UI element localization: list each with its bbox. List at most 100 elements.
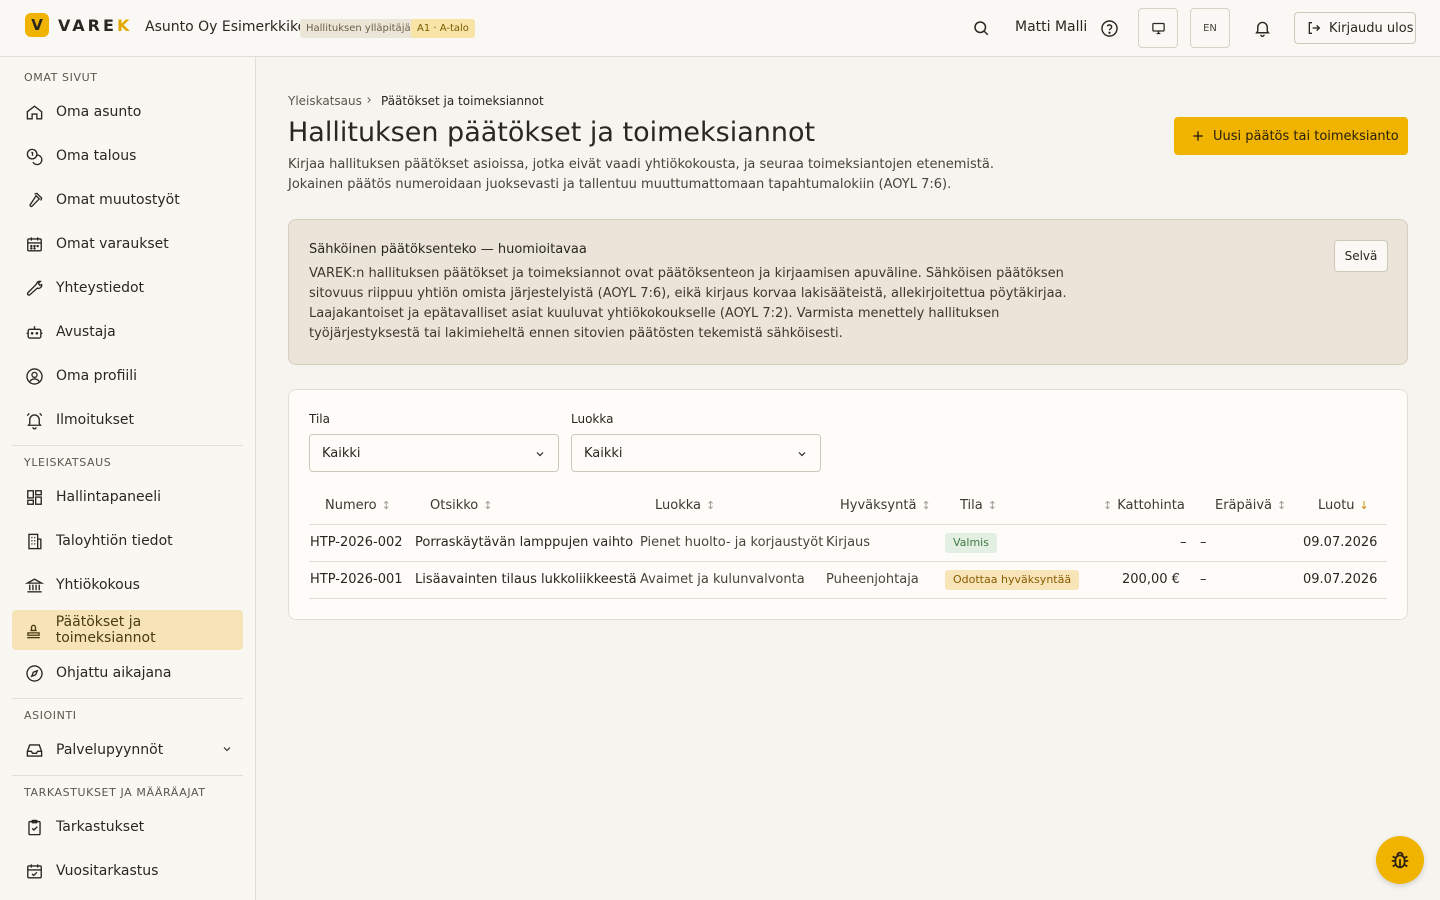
cell-category: Pienet huolto- ja korjaustyöt xyxy=(640,535,824,550)
page-description: Kirjaa hallituksen päätökset asioissa, j… xyxy=(288,157,994,192)
sidebar-item-label: Omat varaukset xyxy=(56,236,169,252)
sidebar-item-paatokset-ja-toimeksiannot[interactable]: Päätökset ja toimeksiannot xyxy=(12,610,243,650)
cell-approval: Puheenjohtaja xyxy=(826,572,919,587)
notice-title: Sähköinen päätöksenteko — huomioitavaa xyxy=(309,242,587,257)
breadcrumb-chevron-icon xyxy=(364,94,374,108)
display-mode-button[interactable] xyxy=(1138,8,1178,48)
sidebar-item-hallintapaneeli[interactable]: Hallintapaneeli xyxy=(12,477,243,517)
sidebar-item-label: Oma asunto xyxy=(56,104,142,120)
calendar-check-icon xyxy=(24,861,44,881)
sidebar-item-label: Hallintapaneeli xyxy=(56,489,162,505)
coins-icon xyxy=(24,146,44,166)
stamp-icon xyxy=(24,620,44,640)
sidebar-item-avustaja[interactable]: Avustaja xyxy=(12,312,243,352)
building-icon xyxy=(24,531,44,551)
notice-text: VAREK:n hallituksen päätökset ja toimeks… xyxy=(309,266,1067,341)
wrench-icon xyxy=(24,278,44,298)
electronic-decision-notice: Sähköinen päätöksenteko — huomioitavaa V… xyxy=(288,219,1408,365)
logout-button[interactable]: Kirjaudu ulos xyxy=(1294,12,1416,44)
clipboard-check-icon xyxy=(24,817,44,837)
sidebar-item-label: Yhtiökokous xyxy=(56,577,140,593)
column-header-otsikko[interactable]: Otsikko ↕ xyxy=(430,498,492,513)
sort-icon: ↕ xyxy=(381,499,391,512)
status-badge: Odottaa hyväksyntää xyxy=(945,570,1080,590)
sidebar-item-label: Avustaja xyxy=(56,324,116,340)
breadcrumb-home-link[interactable]: Yleiskatsaus xyxy=(288,94,362,108)
column-header-kattohinta[interactable]: ↕ Kattohinta xyxy=(1103,498,1185,513)
sidebar-item-ohjattu-aikajana[interactable]: Ohjattu aikajana xyxy=(12,653,243,693)
sidebar-item-label: Vuositarkastus xyxy=(56,863,159,879)
cell-category: Avaimet ja kulunvalvonta xyxy=(640,572,805,587)
bug-report-button[interactable] xyxy=(1376,836,1424,884)
category-filter-value: Kaikki xyxy=(584,445,623,461)
top-bar: V VAREK Asunto Oy Esimerkkikoti Hallituk… xyxy=(0,0,1440,57)
sidebar-item-oma-profiili[interactable]: Oma profiili xyxy=(12,356,243,396)
sidebar-item-label: Oma profiili xyxy=(56,368,138,384)
sidebar-item-vuositarkastus[interactable]: Vuositarkastus xyxy=(12,851,243,891)
status-filter-label: Tila xyxy=(309,412,330,426)
sidebar-item-oma-talous[interactable]: Oma talous xyxy=(12,136,243,176)
inbox-icon xyxy=(24,740,44,760)
notice-dismiss-button[interactable]: Selvä xyxy=(1334,240,1388,272)
sidebar-item-omat-muutostyot[interactable]: Omat muutostyöt xyxy=(12,180,243,220)
home-icon xyxy=(24,102,44,122)
cell-price: 200,00 € xyxy=(1122,572,1180,587)
compass-icon xyxy=(24,663,44,683)
bug-icon xyxy=(1391,851,1409,869)
help-icon[interactable] xyxy=(1099,18,1119,38)
bell-ring-icon xyxy=(24,410,44,430)
monitor-icon xyxy=(1151,22,1165,34)
organization-name: Asunto Oy Esimerkkikoti xyxy=(145,19,316,35)
sidebar-item-taloyhtion-tiedot[interactable]: Taloyhtiön tiedot xyxy=(12,521,243,561)
new-decision-label: Uusi päätös tai toimeksianto xyxy=(1213,128,1399,144)
column-header-luokka[interactable]: Luokka ↕ xyxy=(655,498,715,513)
column-header-luotu[interactable]: Luotu ↓ xyxy=(1318,498,1369,513)
row-divider xyxy=(309,561,1387,562)
status-badge: Valmis xyxy=(945,533,997,553)
sidebar-item-ilmoitukset[interactable]: Ilmoitukset xyxy=(12,400,243,440)
cell-due: – xyxy=(1200,572,1207,587)
sidebar-item-tarkastukset[interactable]: Tarkastukset xyxy=(12,807,243,847)
column-header-erapaiva[interactable]: Eräpäivä ↕ xyxy=(1215,498,1286,513)
chevron-down-icon[interactable] xyxy=(221,743,233,759)
column-header-hyvaksynta[interactable]: Hyväksyntä ↕ xyxy=(840,498,931,513)
language-toggle-button[interactable]: EN xyxy=(1190,8,1230,48)
search-icon[interactable] xyxy=(971,18,991,38)
notifications-bell-icon[interactable] xyxy=(1252,17,1272,39)
sidebar-section-title: OMAT SIVUT xyxy=(24,71,98,84)
status-filter-select[interactable]: Kaikki xyxy=(309,434,559,472)
logout-label: Kirjaudu ulos xyxy=(1329,20,1414,36)
hammer-icon xyxy=(24,190,44,210)
sidebar-divider xyxy=(12,775,243,776)
logo-wordmark[interactable]: VAREK xyxy=(58,16,132,35)
dashboard-icon xyxy=(24,487,44,507)
category-filter-select[interactable]: Kaikki xyxy=(571,434,821,472)
column-header-tila[interactable]: Tila ↕ xyxy=(960,498,997,513)
sidebar-item-label: Ilmoitukset xyxy=(56,412,134,428)
sidebar-item-label: Päätökset ja toimeksiannot xyxy=(55,614,156,646)
landmark-icon xyxy=(24,575,44,595)
sort-icon: ↕ xyxy=(483,499,493,512)
sort-icon: ↕ xyxy=(921,499,931,512)
cell-price: – xyxy=(1180,535,1187,550)
sidebar-item-yhteystiedot[interactable]: Yhteystiedot xyxy=(12,268,243,308)
sidebar-item-palvelupyynnot[interactable]: Palvelupyynnöt xyxy=(12,730,243,770)
sidebar-divider xyxy=(12,698,243,699)
user-name[interactable]: Matti Malli xyxy=(1015,19,1087,35)
cell-title: Porraskäytävän lamppujen vaihto xyxy=(415,535,634,550)
calendar-icon xyxy=(24,234,44,254)
sidebar-item-oma-asunto[interactable]: Oma asunto xyxy=(12,92,243,132)
sidebar-section-title: ASIOINTI xyxy=(24,709,77,722)
sort-icon: ↕ xyxy=(987,499,997,512)
cell-number: HTP-2026-001 xyxy=(310,572,403,587)
sidebar-item-label: Yhteystiedot xyxy=(56,280,145,296)
cell-due: – xyxy=(1200,535,1207,550)
logout-icon xyxy=(1308,22,1321,34)
sort-icon: ↕ xyxy=(1103,499,1113,512)
sidebar-item-omat-varaukset[interactable]: Omat varaukset xyxy=(12,224,243,264)
column-header-numero[interactable]: Numero ↕ xyxy=(325,498,391,513)
logo-mark[interactable]: V xyxy=(25,13,49,37)
new-decision-button[interactable]: Uusi päätös tai toimeksianto xyxy=(1174,117,1408,155)
sidebar-item-yhtiokokous[interactable]: Yhtiökokous xyxy=(12,565,243,605)
user-circle-icon xyxy=(24,366,44,386)
